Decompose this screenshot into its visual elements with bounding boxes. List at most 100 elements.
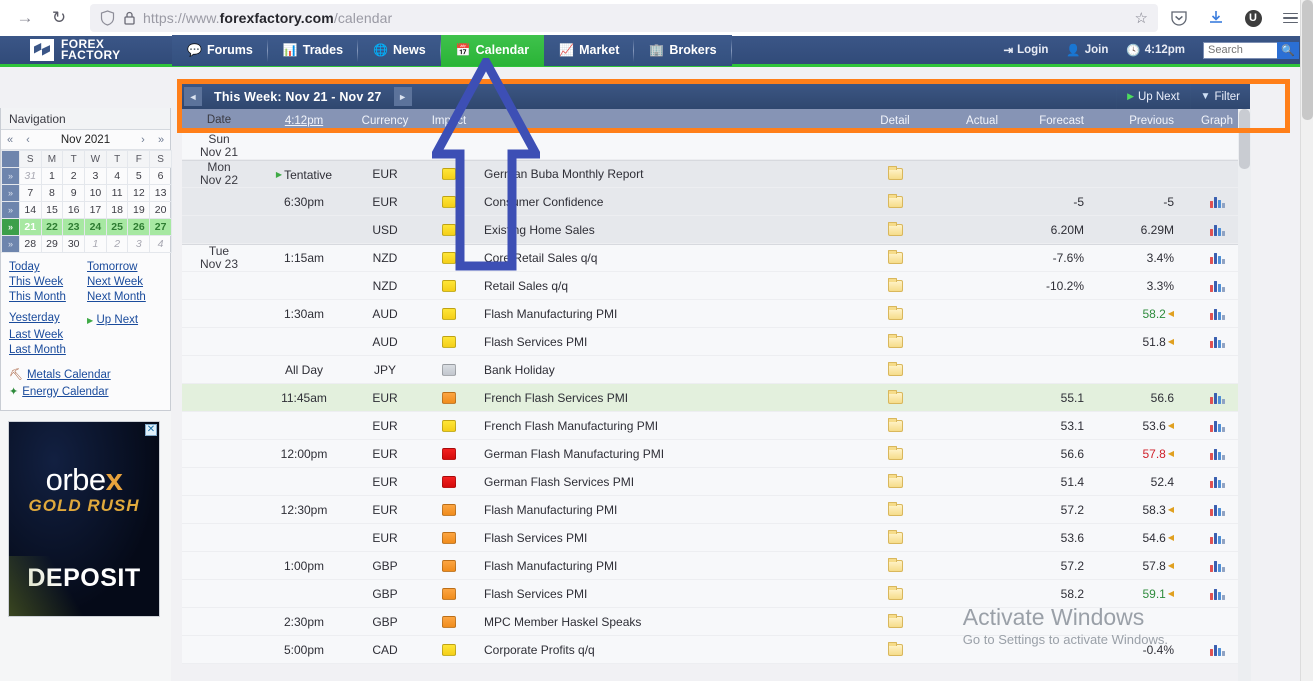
table-row[interactable]: 12:00pm EUR German Flash Manufacturing PMI… — [182, 440, 1250, 468]
folder-icon[interactable] — [887, 389, 903, 404]
link-next-month[interactable]: Next Month — [87, 291, 162, 303]
day-cell[interactable]: 9 — [62, 184, 86, 202]
folder-icon[interactable] — [887, 557, 905, 572]
cell-impact[interactable] — [418, 559, 480, 572]
cell-event-title[interactable]: Retail Sales q/q — [480, 279, 856, 293]
day-cell[interactable]: 24 — [84, 218, 107, 236]
scrollbar-thumb[interactable] — [1239, 109, 1250, 169]
cell-impact[interactable] — [418, 643, 480, 656]
link-next-week[interactable]: Next Week — [87, 276, 162, 288]
cell-impact[interactable] — [418, 503, 480, 516]
folder-icon[interactable] — [887, 417, 903, 432]
table-row[interactable]: USD Existing Home Sales 6.20M 6.29M — [182, 216, 1250, 244]
search-box[interactable]: 🔍 — [1203, 41, 1299, 59]
cell-impact[interactable] — [418, 168, 480, 180]
day-cell[interactable]: 10 — [84, 184, 107, 202]
cell-impact[interactable] — [418, 363, 480, 376]
day-cell[interactable]: 28 — [18, 235, 42, 253]
folder-icon[interactable] — [887, 166, 903, 180]
cell-event-title[interactable]: Flash Services PMI — [480, 335, 856, 349]
day-cell[interactable]: 27 — [149, 218, 172, 236]
nav-tab-brokers[interactable]: 🏢 Brokers — [634, 34, 732, 66]
day-cell[interactable]: 5 — [127, 167, 151, 185]
week-jump[interactable]: » — [1, 201, 20, 219]
cell-impact[interactable] — [418, 223, 480, 236]
download-icon[interactable] — [1205, 7, 1227, 29]
cell-event-title[interactable]: German Flash Manufacturing PMI — [480, 447, 856, 461]
day-cell[interactable]: 17 — [84, 201, 107, 219]
day-cell[interactable]: 23 — [62, 218, 86, 236]
link-up-next[interactable]: Up Next — [97, 314, 139, 326]
cell-event-title[interactable]: Bank Holiday — [480, 363, 856, 377]
day-cell[interactable]: 22 — [40, 218, 64, 236]
cell-impact[interactable] — [418, 475, 480, 488]
cell-event-title[interactable]: MPC Member Haskel Speaks — [480, 615, 856, 629]
join-button[interactable]: 👤 Join — [1066, 43, 1108, 57]
search-input[interactable] — [1203, 41, 1277, 59]
cell-detail[interactable] — [856, 389, 934, 404]
day-cell[interactable]: 4 — [105, 167, 129, 185]
sidebar-advertisement[interactable]: ✕ orbex GOLD RUSH DEPOSIT — [8, 421, 160, 617]
up-next-button[interactable]: ▶ Up Next — [1116, 84, 1189, 109]
table-row[interactable]: 1:00pm GBP Flash Manufacturing PMI 57.2 57.8… — [182, 552, 1250, 580]
clock-display[interactable]: 🕓 4:12pm — [1126, 43, 1185, 57]
energy-calendar-link[interactable]: Energy Calendar — [22, 386, 108, 398]
link-yesterday[interactable]: Yesterday — [9, 312, 87, 326]
table-row[interactable]: Tue Nov 23 1:15am NZD Core Retail Sales q/q -… — [182, 244, 1250, 272]
table-row[interactable]: 6:30pm EUR Consumer Confidence -5 -5 — [182, 188, 1250, 216]
cell-event-title[interactable]: Flash Manufacturing PMI — [480, 307, 856, 321]
cell-impact[interactable] — [418, 335, 480, 348]
cell-detail[interactable] — [856, 613, 934, 628]
day-cell[interactable]: 31 — [18, 167, 42, 185]
page-scrollbar-thumb[interactable] — [1302, 0, 1313, 120]
link-last-week[interactable]: Last Week — [9, 329, 87, 341]
address-bar[interactable]: https://www.forexfactory.com/calendar ☆ — [90, 4, 1158, 32]
day-cell[interactable]: 4 — [149, 235, 172, 253]
folder-icon[interactable] — [887, 361, 903, 376]
table-row[interactable]: Sun Nov 21 — [182, 132, 1250, 160]
cell-event-title[interactable]: Flash Services PMI — [480, 531, 856, 545]
table-row[interactable]: AUD Flash Services PMI 51.8 ◀ — [182, 328, 1250, 356]
day-cell[interactable]: 3 — [127, 235, 151, 253]
table-row[interactable]: 5:00pm CAD Corporate Profits q/q -0.4% — [182, 636, 1250, 664]
week-jump[interactable]: » — [1, 184, 20, 202]
cell-detail[interactable] — [856, 277, 934, 292]
cell-event-title[interactable]: Consumer Confidence — [480, 195, 856, 209]
nav-tab-forums[interactable]: 💬 Forums — [172, 34, 268, 66]
nav-tab-market[interactable]: 📈 Market — [544, 34, 635, 66]
day-cell[interactable]: 20 — [149, 201, 172, 219]
day-cell[interactable]: 13 — [149, 184, 172, 202]
cell-detail[interactable] — [856, 333, 934, 348]
day-cell[interactable]: 1 — [84, 235, 107, 253]
cell-impact[interactable] — [418, 615, 480, 628]
cell-detail[interactable] — [856, 585, 934, 600]
folder-icon[interactable] — [887, 529, 903, 544]
cell-event-title[interactable]: French Flash Manufacturing PMI — [480, 419, 856, 433]
cell-detail[interactable] — [856, 529, 934, 544]
cell-detail[interactable] — [856, 557, 934, 572]
day-cell[interactable]: 8 — [40, 184, 64, 202]
bar-chart-icon[interactable] — [1209, 588, 1225, 600]
cell-event-title[interactable]: Existing Home Sales — [480, 223, 856, 237]
day-cell[interactable]: 6 — [149, 167, 172, 185]
close-icon[interactable]: ✕ — [145, 424, 157, 436]
cell-detail[interactable] — [856, 221, 934, 236]
folder-icon[interactable] — [887, 193, 903, 208]
day-cell[interactable]: 25 — [105, 218, 129, 236]
day-cell[interactable]: 3 — [84, 167, 107, 185]
nav-tab-trades[interactable]: 📊 Trades — [267, 34, 359, 66]
bar-chart-icon[interactable] — [1209, 420, 1225, 432]
table-row[interactable]: EUR French Flash Manufacturing PMI 53.1 53.… — [182, 412, 1250, 440]
bar-chart-icon[interactable] — [1209, 392, 1225, 404]
nav-tab-calendar[interactable]: 📅 Calendar — [440, 34, 545, 66]
cell-impact[interactable] — [418, 531, 480, 544]
folder-icon[interactable] — [887, 501, 903, 516]
cell-event-title[interactable]: German Buba Monthly Report — [480, 167, 856, 181]
day-cell[interactable]: 19 — [127, 201, 151, 219]
col-header-time[interactable]: 4:12pm — [256, 115, 352, 127]
bar-chart-icon[interactable] — [1209, 448, 1225, 460]
cell-impact[interactable] — [418, 279, 480, 292]
cal-next-button[interactable]: › — [134, 134, 152, 146]
cell-detail[interactable] — [856, 473, 934, 488]
table-row[interactable]: Mon Nov 22 ▶ Tentative EUR German Buba Monthl… — [182, 160, 1250, 188]
